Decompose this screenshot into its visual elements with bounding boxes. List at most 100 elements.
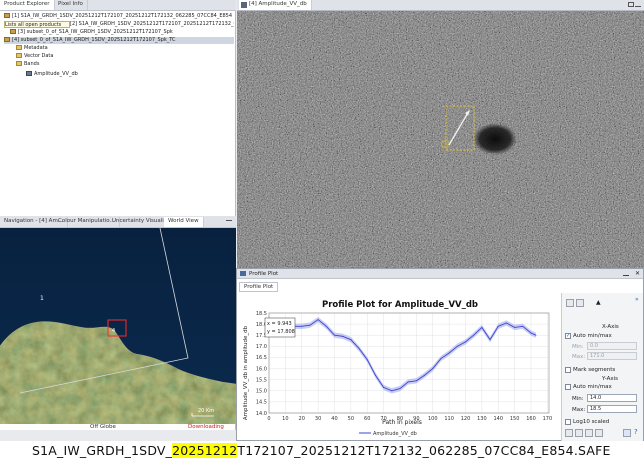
zoom-icon[interactable] bbox=[623, 429, 631, 437]
image-view-tabbar: [4] Amplitude_VV_db bbox=[237, 0, 644, 11]
series-uncertainty-band bbox=[269, 317, 536, 394]
plot-frame bbox=[268, 312, 550, 414]
x-min-field[interactable]: 0.0 bbox=[587, 342, 637, 350]
data-point bbox=[325, 325, 327, 327]
x-tick-label: 20 bbox=[299, 416, 305, 422]
x-tick-label: 120 bbox=[461, 416, 471, 422]
data-point bbox=[440, 358, 442, 360]
log10-checkbox[interactable] bbox=[565, 419, 571, 425]
y-tick-label: 15.5 bbox=[256, 377, 267, 383]
tree-item-product-4[interactable]: [4] subset_0_of_S1A_IW_GRDH_1SDV_2025121… bbox=[4, 37, 234, 44]
world-view-panel: Navigation - [4] Am... Colour Manipulati… bbox=[0, 216, 236, 430]
dropdown-arrow-icon[interactable]: ▲ bbox=[596, 299, 601, 306]
edit-icon[interactable] bbox=[575, 429, 583, 437]
y-tick-label: 17.0 bbox=[256, 344, 267, 350]
y-min-field[interactable]: 14.0 bbox=[587, 394, 637, 402]
y-tick-label: 14.0 bbox=[256, 411, 267, 417]
tree-item-product-3[interactable]: [3] subset_0_of_S1A_IW_GRDH_1SDV_2025121… bbox=[10, 29, 234, 36]
dark-spill-area bbox=[473, 123, 517, 155]
y-tick-label: 16.5 bbox=[256, 355, 267, 361]
log10-label: Log10 scaled bbox=[573, 419, 610, 425]
highlighted-date: 20251212 bbox=[172, 443, 238, 458]
folder-icon bbox=[16, 53, 22, 58]
data-point bbox=[391, 390, 393, 392]
x-tick-label: 130 bbox=[477, 416, 487, 422]
auto-minmax-x-label: Auto min/max bbox=[573, 333, 612, 339]
folder-icon bbox=[16, 61, 22, 66]
tree-item-band-amplitude[interactable]: Amplitude_VV_db bbox=[26, 71, 176, 78]
tooltip: Lists all open products bbox=[4, 21, 70, 28]
y-axis-label: Amplitude_VV_db in amplitude_db bbox=[243, 325, 249, 420]
download-status: Downloading bbox=[188, 424, 224, 430]
mark-segments-checkbox[interactable] bbox=[565, 367, 571, 373]
data-point bbox=[424, 374, 426, 376]
data-point bbox=[350, 339, 352, 341]
sync-icon[interactable] bbox=[576, 299, 584, 307]
minimize-icon[interactable] bbox=[226, 220, 232, 221]
footprint-label-4: 4 bbox=[112, 328, 115, 334]
x-tick-label: 160 bbox=[526, 416, 536, 422]
profile-chart[interactable]: Profile Plot for Amplitude_VV_db 0 10 20 30… bbox=[239, 293, 561, 441]
y-tick-label: 14.5 bbox=[256, 400, 267, 406]
tree-item-bands[interactable]: Bands bbox=[16, 61, 166, 68]
data-point bbox=[317, 319, 319, 321]
data-point bbox=[505, 322, 507, 324]
world-view-tabbar: Navigation - [4] Am... Colour Manipulati… bbox=[0, 216, 236, 228]
tree-item-product-1[interactable]: [1] S1A_IW_GRDH_1SDV_20251212T172107_202… bbox=[4, 13, 234, 20]
folder-icon bbox=[16, 45, 22, 50]
data-point bbox=[448, 352, 450, 354]
minimize-icon[interactable] bbox=[623, 275, 629, 276]
profile-options-panel: ▲ » X-Axis ✓ Auto min/max Min: 0.0 Max: … bbox=[561, 293, 643, 441]
sar-image[interactable] bbox=[237, 11, 644, 268]
y-tick-label: 15.0 bbox=[256, 389, 267, 395]
data-point bbox=[489, 339, 491, 341]
legend-label: Amplitude_VV_db bbox=[373, 431, 417, 437]
x-max-field[interactable]: 171.0 bbox=[587, 352, 637, 360]
data-point bbox=[301, 325, 303, 327]
tree-item-metadata[interactable]: Metadata bbox=[16, 45, 166, 52]
tree-item-product-2[interactable]: [2] S1A_IW_GRDH_1SDV_20251212T172107_202… bbox=[70, 21, 234, 28]
tab-image-amplitude[interactable]: [4] Amplitude_VV_db bbox=[239, 0, 312, 10]
x-tick-label: 100 bbox=[428, 416, 438, 422]
tree-item-vector-data[interactable]: Vector Data bbox=[16, 53, 166, 60]
mark-segments-label: Mark segments bbox=[573, 367, 616, 373]
data-point bbox=[407, 381, 409, 383]
readout-x: x = 9.943 bbox=[267, 321, 292, 327]
data-point bbox=[366, 359, 368, 361]
data-point bbox=[399, 388, 401, 390]
tab-world-view[interactable]: World View bbox=[164, 217, 204, 227]
data-point bbox=[535, 334, 537, 336]
y-max-field[interactable]: 18.5 bbox=[587, 405, 637, 413]
auto-minmax-y-checkbox[interactable] bbox=[565, 384, 571, 390]
globe-status: Off Globe bbox=[90, 424, 116, 430]
collapse-icon[interactable]: » bbox=[635, 296, 639, 303]
maximize-icon[interactable] bbox=[628, 2, 634, 7]
image-view-panel: [4] Amplitude_VV_db bbox=[237, 0, 644, 268]
x-tick-label: 30 bbox=[315, 416, 321, 422]
world-map[interactable]: 1 4 20 Km bbox=[0, 228, 236, 424]
x-tick-label: 140 bbox=[493, 416, 503, 422]
data-point bbox=[432, 368, 434, 370]
footprint-label-1: 1 bbox=[40, 295, 44, 302]
tab-profile-plot[interactable]: Profile Plot bbox=[239, 282, 279, 292]
auto-minmax-x-checkbox[interactable]: ✓ bbox=[565, 333, 571, 339]
refresh-icon[interactable] bbox=[566, 299, 574, 307]
profile-plot-tabbar: Profile Plot bbox=[237, 282, 643, 292]
copy-icon[interactable] bbox=[595, 429, 603, 437]
help-icon[interactable]: ? bbox=[634, 428, 638, 436]
data-point bbox=[456, 345, 458, 347]
band-icon bbox=[26, 71, 32, 76]
x-tick-label: 50 bbox=[348, 416, 354, 422]
close-icon[interactable]: ✕ bbox=[635, 270, 640, 277]
x-tick-label: 0 bbox=[267, 416, 270, 422]
chart-title: Profile Plot for Amplitude_VV_db bbox=[322, 300, 478, 310]
minimize-icon[interactable] bbox=[635, 6, 641, 7]
table-view-icon[interactable] bbox=[565, 429, 573, 437]
product-icon bbox=[4, 13, 10, 18]
tab-pixel-info[interactable]: Pixel Info bbox=[54, 0, 88, 10]
data-point bbox=[497, 325, 499, 327]
tab-product-explorer[interactable]: Product Explorer bbox=[0, 0, 55, 10]
y-tick-label: 18.5 bbox=[256, 311, 267, 317]
export-icon[interactable] bbox=[585, 429, 593, 437]
data-point bbox=[415, 380, 417, 382]
